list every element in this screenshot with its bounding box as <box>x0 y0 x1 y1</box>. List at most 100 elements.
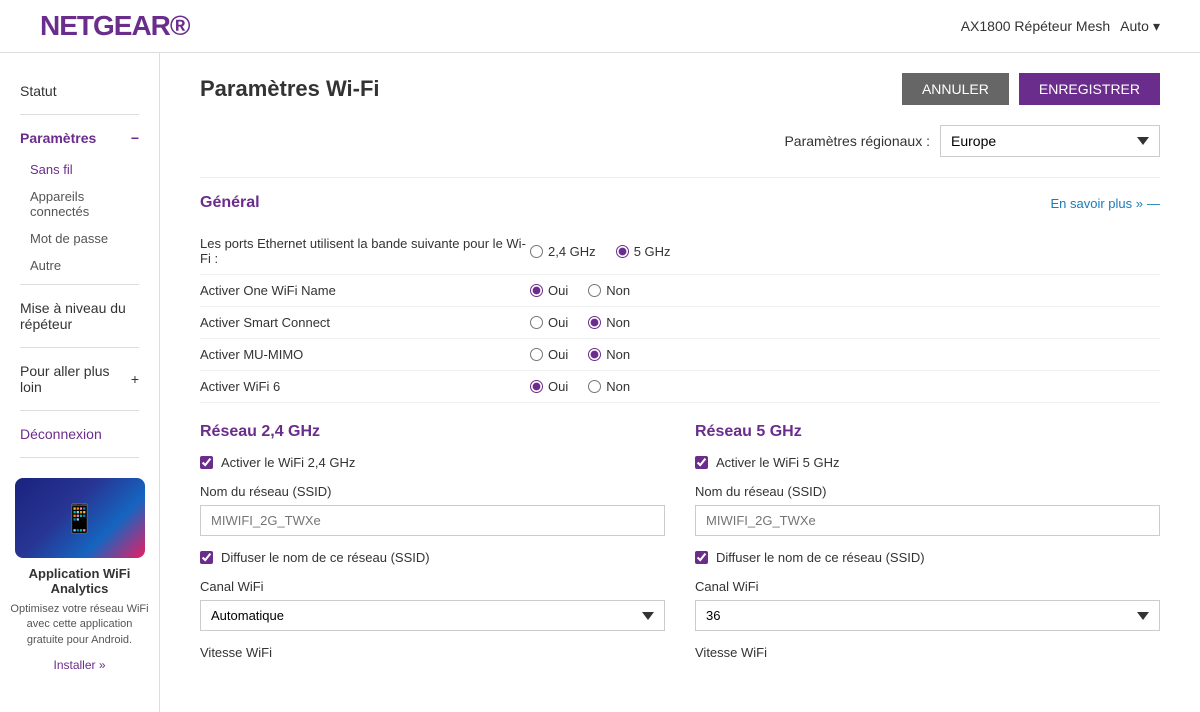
radio-option-5g[interactable]: 5 GHz <box>616 244 671 259</box>
sidebar-item-statut[interactable]: Statut <box>0 73 159 109</box>
one-wifi-row: Activer One WiFi Name Oui Non <box>200 275 1160 307</box>
ethernet-band-label: Les ports Ethernet utilisent la bande su… <box>200 236 530 266</box>
minus-icon: − <box>131 130 139 146</box>
smart-connect-radio-group: Oui Non <box>530 315 630 330</box>
smart-connect-label: Activer Smart Connect <box>200 315 530 330</box>
mu-mimo-non[interactable]: Non <box>588 347 630 362</box>
one-wifi-non[interactable]: Non <box>588 283 630 298</box>
mu-mimo-row: Activer MU-MIMO Oui Non <box>200 339 1160 371</box>
section-separator <box>200 177 1160 178</box>
radio-2g[interactable] <box>530 245 543 258</box>
app-promo-install-link[interactable]: Installer » <box>53 658 105 672</box>
sidebar-sub-sans-fil[interactable]: Sans fil <box>0 156 159 183</box>
wifi6-radio-group: Oui Non <box>530 379 630 394</box>
sidebar-divider-4 <box>20 410 139 411</box>
ethernet-band-row: Les ports Ethernet utilisent la bande su… <box>200 228 1160 275</box>
radio-one-wifi-oui[interactable] <box>530 284 543 297</box>
networks-grid: Réseau 2,4 GHz Activer le WiFi 2,4 GHz N… <box>200 423 1160 660</box>
radio-smart-oui[interactable] <box>530 316 543 329</box>
ssid-2g-field: Nom du réseau (SSID) <box>200 484 665 536</box>
one-wifi-label: Activer One WiFi Name <box>200 283 530 298</box>
canal-5g-field: Canal WiFi 36 40 44 48 <box>695 579 1160 631</box>
broadcast-5g-checkbox[interactable] <box>695 551 708 564</box>
radio-mu-mimo-oui[interactable] <box>530 348 543 361</box>
cancel-button[interactable]: ANNULER <box>902 73 1009 105</box>
canal-5g-select[interactable]: 36 40 44 48 <box>695 600 1160 631</box>
wifi6-oui-label: Oui <box>548 379 568 394</box>
radio-2g-label: 2,4 GHz <box>548 244 596 259</box>
radio-wifi6-non[interactable] <box>588 380 601 393</box>
save-button[interactable]: ENREGISTRER <box>1019 73 1160 105</box>
ethernet-band-radio-group: 2,4 GHz 5 GHz <box>530 244 671 259</box>
smart-connect-oui[interactable]: Oui <box>530 315 568 330</box>
radio-5g[interactable] <box>616 245 629 258</box>
enable-2g-label[interactable]: Activer le WiFi 2,4 GHz <box>200 455 665 470</box>
sidebar-item-pour-aller[interactable]: Pour aller plus loin + <box>0 353 159 405</box>
enable-5g-checkbox[interactable] <box>695 456 708 469</box>
smart-connect-row: Activer Smart Connect Oui Non <box>200 307 1160 339</box>
ssid-5g-input[interactable] <box>695 505 1160 536</box>
sidebar-logout[interactable]: Déconnexion <box>0 416 159 452</box>
one-wifi-oui-label: Oui <box>548 283 568 298</box>
ssid-5g-label: Nom du réseau (SSID) <box>695 484 1160 499</box>
sidebar-item-parametres[interactable]: Paramètres − <box>0 120 159 156</box>
radio-wifi6-oui[interactable] <box>530 380 543 393</box>
mu-mimo-label: Activer MU-MIMO <box>200 347 530 362</box>
chevron-down-icon: ▾ <box>1153 18 1160 35</box>
one-wifi-oui[interactable]: Oui <box>530 283 568 298</box>
learn-more-text: En savoir plus » <box>1051 196 1144 211</box>
device-name: AX1800 Répéteur Mesh <box>961 18 1110 34</box>
enable-2g-checkbox[interactable] <box>200 456 213 469</box>
regional-label: Paramètres régionaux : <box>784 133 930 149</box>
app-promo-desc: Optimisez votre réseau WiFi avec cette a… <box>10 602 149 648</box>
minus-collapse-icon: — <box>1147 196 1160 211</box>
broadcast-2g-text: Diffuser le nom de ce réseau (SSID) <box>221 550 430 565</box>
app-icon: 📱 <box>62 502 97 535</box>
broadcast-2g-label[interactable]: Diffuser le nom de ce réseau (SSID) <box>200 550 665 565</box>
regional-select[interactable]: Europe Amérique du Nord Asie <box>940 125 1160 157</box>
header-right: AX1800 Répéteur Mesh Auto ▾ <box>961 18 1160 35</box>
sidebar-divider-1 <box>20 114 139 115</box>
enable-2g-text: Activer le WiFi 2,4 GHz <box>221 455 355 470</box>
regional-row: Paramètres régionaux : Europe Amérique d… <box>200 125 1160 157</box>
learn-more-link[interactable]: En savoir plus » — <box>1051 196 1161 211</box>
canal-2g-select[interactable]: Automatique 1 6 11 <box>200 600 665 631</box>
vitesse-5g-label: Vitesse WiFi <box>695 645 1160 660</box>
ssid-2g-input[interactable] <box>200 505 665 536</box>
sidebar-sub-appareils[interactable]: Appareils connectés <box>0 183 159 225</box>
broadcast-2g-checkbox[interactable] <box>200 551 213 564</box>
radio-mu-mimo-non[interactable] <box>588 348 601 361</box>
mu-mimo-non-label: Non <box>606 347 630 362</box>
smart-connect-non[interactable]: Non <box>588 315 630 330</box>
broadcast-5g-label[interactable]: Diffuser le nom de ce réseau (SSID) <box>695 550 1160 565</box>
auto-select[interactable]: Auto ▾ <box>1120 18 1160 35</box>
sidebar-divider-5 <box>20 457 139 458</box>
sidebar-sub-autre[interactable]: Autre <box>0 252 159 279</box>
app-promo: 📱 Application WiFi Analytics Optimisez v… <box>10 478 149 672</box>
sidebar-sub-mot-de-passe[interactable]: Mot de passe <box>0 225 159 252</box>
wifi6-non-label: Non <box>606 379 630 394</box>
sidebar-item-mise-a-niveau[interactable]: Mise à niveau du répéteur <box>0 290 159 342</box>
general-section-header: Général En savoir plus » — <box>200 194 1160 212</box>
enable-5g-label[interactable]: Activer le WiFi 5 GHz <box>695 455 1160 470</box>
sidebar: Statut Paramètres − Sans fil Appareils c… <box>0 53 160 712</box>
page-header: Paramètres Wi-Fi ANNULER ENREGISTRER <box>200 73 1160 105</box>
wifi6-non[interactable]: Non <box>588 379 630 394</box>
logo: NETGEAR® <box>40 10 190 42</box>
smart-connect-oui-label: Oui <box>548 315 568 330</box>
sidebar-divider-2 <box>20 284 139 285</box>
wifi6-oui[interactable]: Oui <box>530 379 568 394</box>
layout: Statut Paramètres − Sans fil Appareils c… <box>0 53 1200 712</box>
broadcast-2g-field: Diffuser le nom de ce réseau (SSID) <box>200 550 665 565</box>
radio-one-wifi-non[interactable] <box>588 284 601 297</box>
wifi6-row: Activer WiFi 6 Oui Non <box>200 371 1160 403</box>
mu-mimo-oui[interactable]: Oui <box>530 347 568 362</box>
app-promo-image: 📱 <box>15 478 145 558</box>
mu-mimo-oui-label: Oui <box>548 347 568 362</box>
canal-2g-label: Canal WiFi <box>200 579 665 594</box>
radio-option-2g[interactable]: 2,4 GHz <box>530 244 596 259</box>
ssid-5g-field: Nom du réseau (SSID) <box>695 484 1160 536</box>
enable-5g-text: Activer le WiFi 5 GHz <box>716 455 840 470</box>
wifi6-label: Activer WiFi 6 <box>200 379 530 394</box>
radio-smart-non[interactable] <box>588 316 601 329</box>
